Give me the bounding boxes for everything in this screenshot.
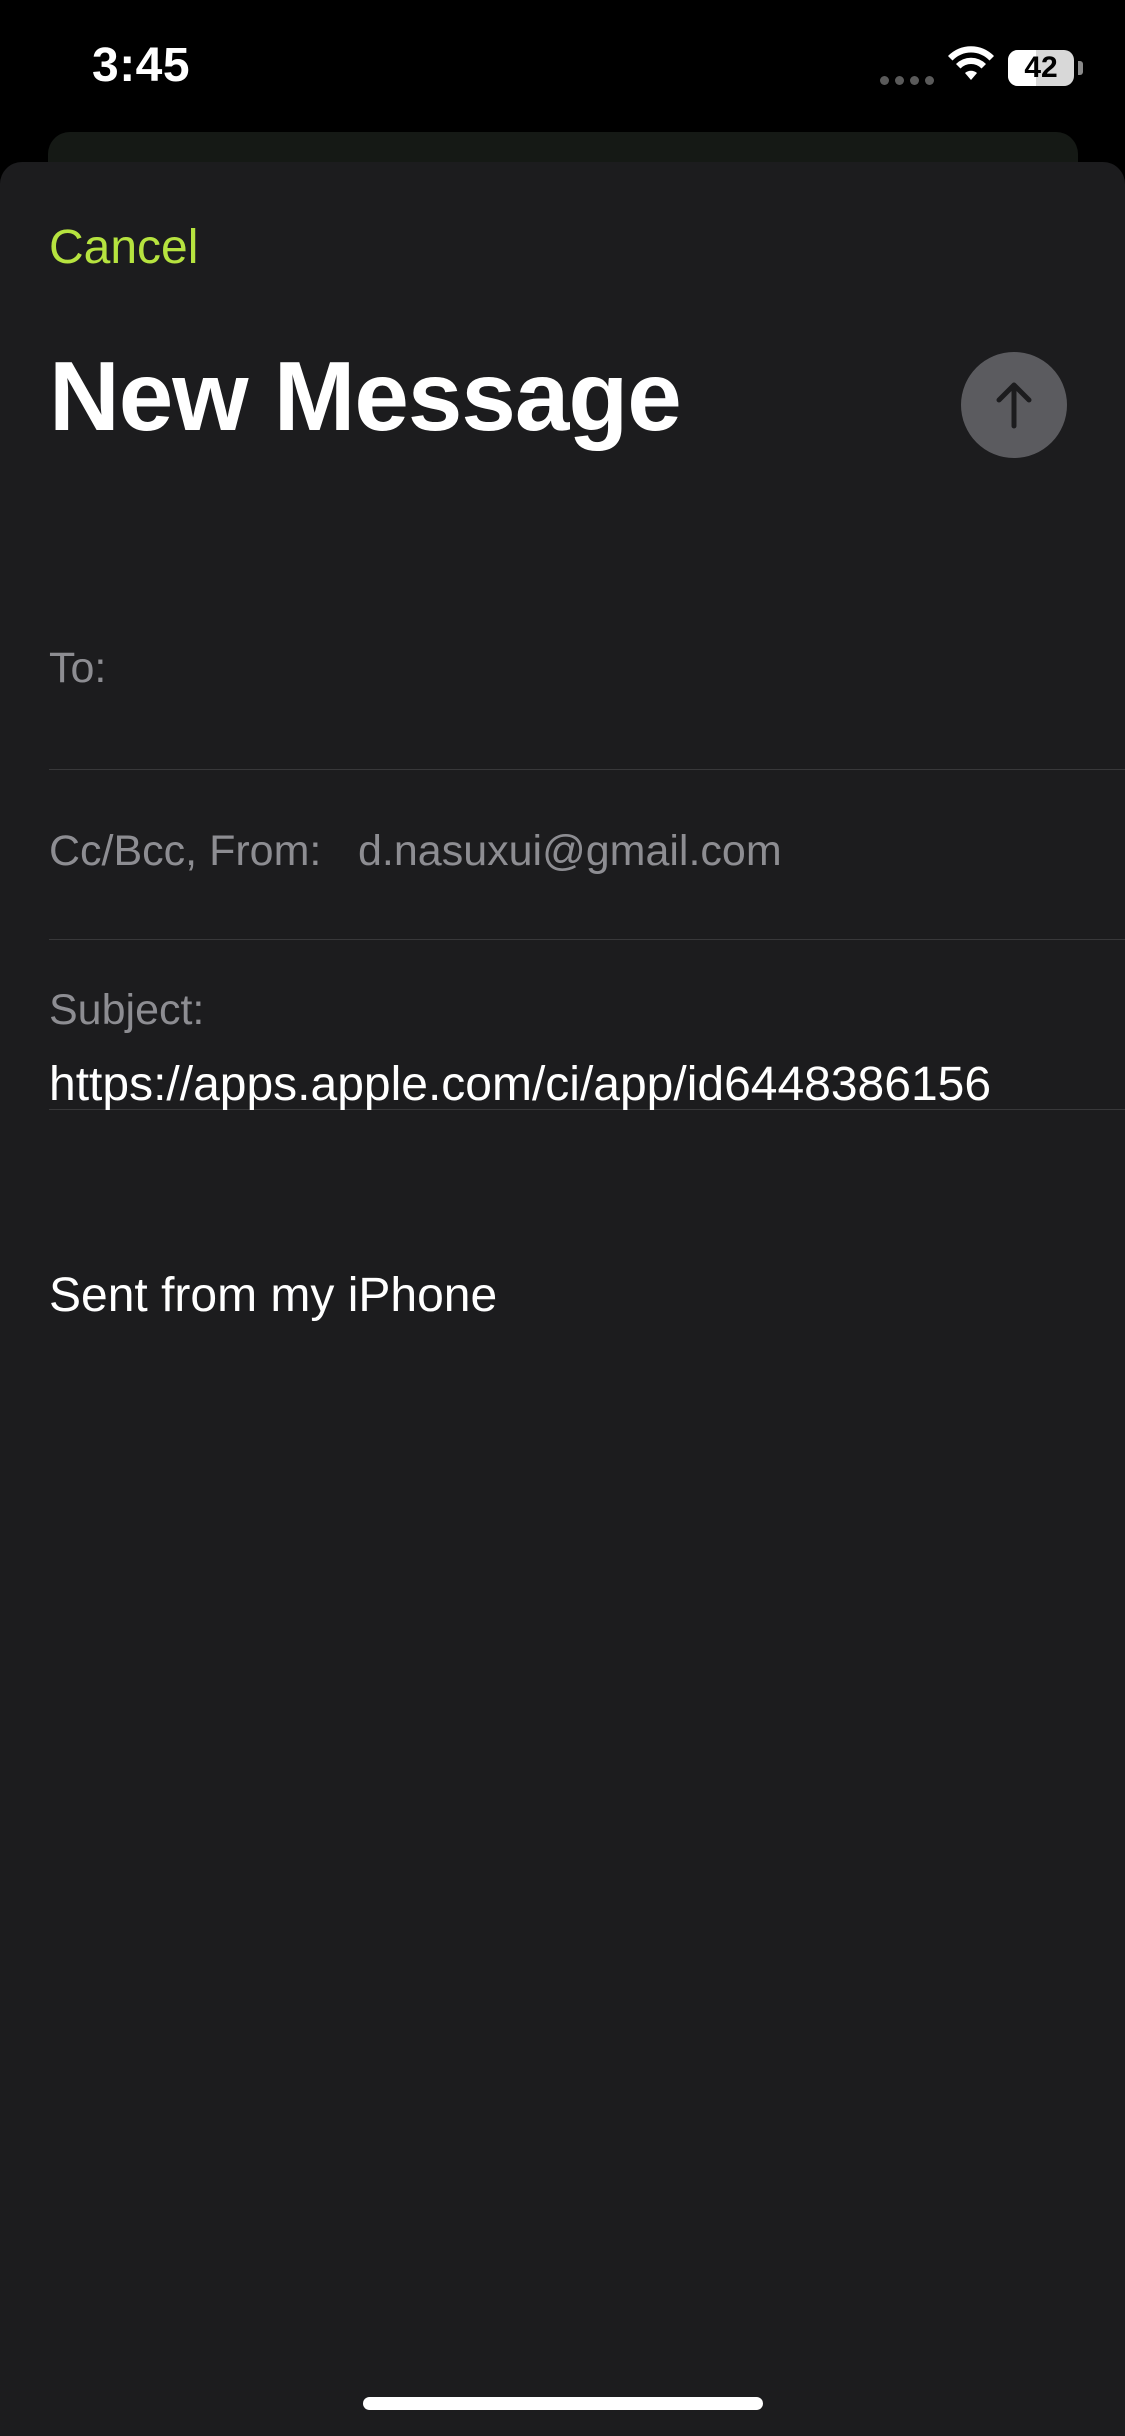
cc-bcc-from-field[interactable]: Cc/Bcc, From: d.nasuxui@gmail.com — [49, 770, 1125, 940]
message-body[interactable]: https://apps.apple.com/ci/app/id64483861… — [49, 1047, 1079, 1122]
cellular-signal-icon — [880, 76, 934, 85]
battery-cap — [1078, 61, 1083, 75]
battery-icon: 42 — [1008, 50, 1074, 86]
wifi-icon — [948, 46, 994, 80]
arrow-up-icon — [996, 382, 1032, 429]
send-button[interactable] — [961, 352, 1067, 458]
page-title: New Message — [49, 341, 682, 451]
signature-text[interactable]: Sent from my iPhone — [49, 1268, 497, 1323]
to-field[interactable]: To: — [49, 600, 1125, 770]
cancel-button[interactable]: Cancel — [49, 220, 198, 275]
subject-label: Subject: — [49, 986, 205, 1034]
status-bar: 3:45 42 — [0, 0, 1125, 135]
home-indicator[interactable] — [363, 2397, 763, 2410]
battery-percentage: 42 — [1024, 51, 1058, 84]
cc-bcc-from-label: Cc/Bcc, From: — [49, 827, 322, 875]
status-time: 3:45 — [92, 39, 191, 92]
compose-sheet: Cancel New Message To: Cc/Bcc, From: d.n… — [0, 162, 1125, 2436]
to-label: To: — [49, 644, 107, 692]
from-address: d.nasuxui@gmail.com — [358, 827, 782, 875]
